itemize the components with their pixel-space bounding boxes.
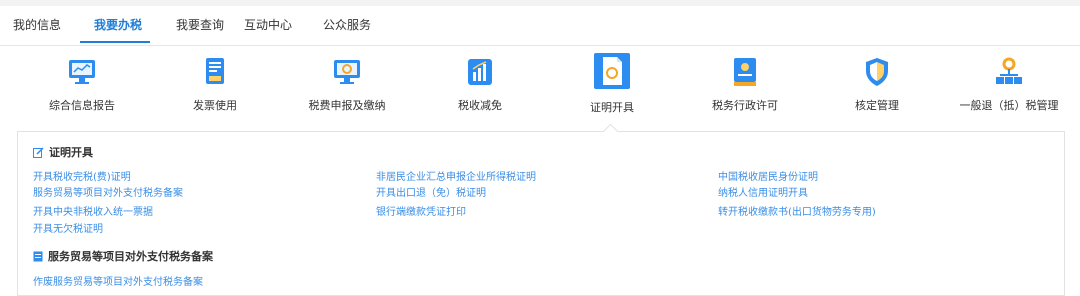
nav-administrative-license[interactable]: 税务行政许可 xyxy=(680,55,810,113)
link-tax-payment-certificate[interactable]: 开具税收完税(费)证明 xyxy=(33,168,131,183)
tab-public-service[interactable]: 公众服务 xyxy=(323,16,371,33)
link-bank-payment-voucher-print[interactable]: 银行端缴款凭证打印 xyxy=(376,203,466,218)
submenu-panel xyxy=(17,131,1065,296)
nav-label: 税费申报及缴纳 xyxy=(308,99,386,112)
invoice-document-icon xyxy=(198,55,232,89)
link-tax-resident-certificate[interactable]: 中国税收居民身份证明 xyxy=(718,168,818,183)
section-title-text: 服务贸易等项目对外支付税务备案 xyxy=(48,250,213,263)
link-central-nontax-receipt[interactable]: 开具中央非税收入统一票据 xyxy=(33,203,153,218)
monitor-chart-icon xyxy=(65,55,99,89)
link-taxpayer-credit-certificate[interactable]: 纳税人信用证明开具 xyxy=(718,184,808,199)
nav-certificate-issue[interactable]: 证明开具 xyxy=(547,53,677,115)
link-export-refund-certificate[interactable]: 开具出口退（免）税证明 xyxy=(376,184,486,199)
monitor-gear-icon xyxy=(330,55,364,89)
org-chart-icon xyxy=(992,55,1026,89)
nav-label: 税务行政许可 xyxy=(712,99,778,112)
tab-my-info[interactable]: 我的信息 xyxy=(13,16,61,33)
nav-tax-declaration[interactable]: 税费申报及缴纳 xyxy=(282,55,412,113)
nav-comprehensive-report[interactable]: 综合信息报告 xyxy=(17,55,147,113)
document-icon xyxy=(33,251,43,262)
tab-interaction[interactable]: 互动中心 xyxy=(244,16,292,33)
tab-query[interactable]: 我要查询 xyxy=(176,16,224,33)
section-title-foreign-payment: 服务贸易等项目对外支付税务备案 xyxy=(33,248,213,264)
bar-chart-icon xyxy=(463,55,497,89)
nav-label: 证明开具 xyxy=(590,101,634,114)
nav-label: 综合信息报告 xyxy=(49,99,115,112)
active-tab-underline xyxy=(80,41,150,43)
nav-refund-management[interactable]: 一般退（抵）税管理 xyxy=(944,55,1074,113)
tab-tax-handling[interactable]: 我要办税 xyxy=(94,16,142,33)
certificate-document-icon xyxy=(592,51,632,91)
edit-icon xyxy=(33,146,44,158)
section-title-text: 证明开具 xyxy=(49,146,93,159)
link-export-payment-book[interactable]: 转开税收缴款书(出口货物劳务专用) xyxy=(718,203,876,218)
top-strip xyxy=(0,0,1080,6)
function-icon-row: 综合信息报告 发票使用 税费申报及缴纳 税收减免 证明开具 税务行政许可 核定管… xyxy=(0,53,1080,135)
link-nonresident-summary-certificate[interactable]: 非居民企业汇总申报企业所得税证明 xyxy=(376,168,536,183)
nav-assessment-management[interactable]: 核定管理 xyxy=(812,55,942,113)
license-icon xyxy=(728,55,762,89)
nav-tax-reduction[interactable]: 税收减免 xyxy=(415,55,545,113)
nav-label: 核定管理 xyxy=(855,99,899,112)
section-title-certificate: 证明开具 xyxy=(33,144,93,160)
nav-label: 税收减免 xyxy=(458,99,502,112)
main-tabs: 我的信息 我要办税 我要查询 互动中心 公众服务 xyxy=(0,8,1080,46)
nav-label: 发票使用 xyxy=(193,99,237,112)
nav-label: 一般退（抵）税管理 xyxy=(959,99,1059,112)
nav-invoice-use[interactable]: 发票使用 xyxy=(150,55,280,113)
link-foreign-payment-filing[interactable]: 服务贸易等项目对外支付税务备案 xyxy=(33,184,183,199)
link-void-foreign-payment-filing[interactable]: 作废服务贸易等项目对外支付税务备案 xyxy=(33,273,203,288)
shield-icon xyxy=(860,55,894,89)
link-no-tax-arrears-certificate[interactable]: 开具无欠税证明 xyxy=(33,220,103,235)
